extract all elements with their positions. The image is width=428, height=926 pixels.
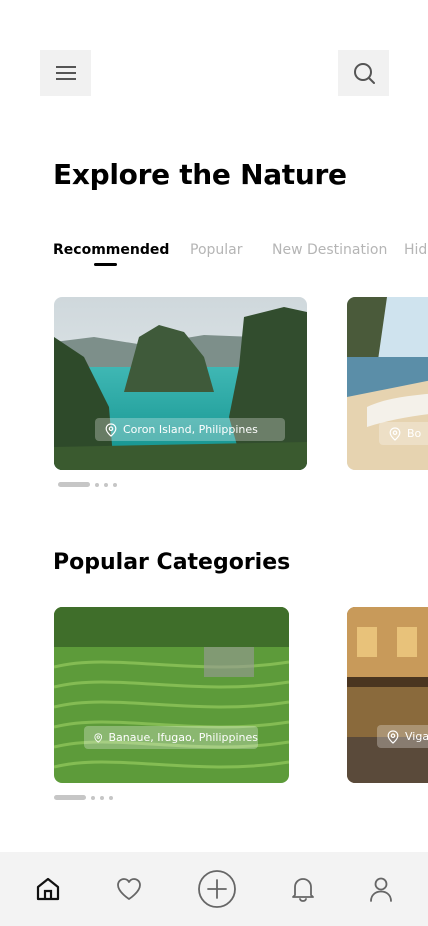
nav-profile[interactable] bbox=[351, 852, 411, 926]
user-icon bbox=[370, 877, 392, 902]
location-badge: Bo bbox=[379, 422, 428, 445]
hamburger-menu-icon bbox=[55, 66, 76, 80]
carousel-indicator bbox=[58, 482, 117, 487]
category-tabs: Recommended Popular New Destination Hidd… bbox=[53, 242, 428, 272]
location-label: Coron Island, Philippines bbox=[123, 423, 258, 436]
indicator-active bbox=[54, 795, 86, 800]
heart-icon bbox=[117, 878, 141, 900]
indicator-dot bbox=[104, 482, 108, 487]
nav-notifications[interactable] bbox=[273, 852, 333, 926]
active-tab-indicator bbox=[94, 263, 117, 266]
nav-favorites[interactable] bbox=[99, 852, 159, 926]
location-pin-icon bbox=[389, 426, 401, 441]
carousel-indicator bbox=[54, 795, 113, 800]
card-image bbox=[347, 607, 428, 783]
indicator-dot bbox=[95, 482, 99, 487]
indicator-dot bbox=[91, 795, 95, 800]
location-pin-icon bbox=[387, 729, 399, 744]
home-icon bbox=[36, 877, 60, 901]
menu-button[interactable] bbox=[40, 50, 91, 96]
tab-recommended[interactable]: Recommended bbox=[53, 242, 169, 258]
section-title: Popular Categories bbox=[53, 550, 291, 575]
search-icon bbox=[353, 63, 375, 84]
destination-card[interactable]: Coron Island, Philippines bbox=[54, 297, 307, 470]
category-card[interactable]: Banaue, Ifugao, Philippines bbox=[54, 607, 289, 783]
indicator-dot bbox=[109, 795, 113, 800]
destination-card[interactable]: Bo bbox=[347, 297, 428, 470]
bell-icon bbox=[292, 878, 314, 902]
bottom-navigation bbox=[0, 852, 428, 926]
search-button[interactable] bbox=[338, 50, 389, 96]
location-badge: Banaue, Ifugao, Philippines bbox=[84, 726, 258, 749]
location-label: Vigan bbox=[405, 730, 428, 743]
tab-new-destination[interactable]: New Destination bbox=[272, 242, 387, 258]
nav-home[interactable] bbox=[18, 852, 78, 926]
card-image bbox=[54, 297, 307, 470]
page-title: Explore the Nature bbox=[53, 158, 347, 191]
card-image bbox=[54, 607, 289, 783]
location-pin-icon bbox=[94, 732, 103, 743]
category-card[interactable]: Vigan bbox=[347, 607, 428, 783]
location-label: Banaue, Ifugao, Philippines bbox=[108, 731, 258, 744]
location-badge: Vigan bbox=[377, 725, 428, 748]
indicator-dot bbox=[100, 795, 104, 800]
nav-add[interactable] bbox=[187, 852, 247, 926]
plus-circle-icon bbox=[198, 870, 236, 908]
indicator-active bbox=[58, 482, 90, 487]
tab-popular[interactable]: Popular bbox=[190, 242, 243, 258]
indicator-dot bbox=[113, 482, 117, 487]
location-label: Bo bbox=[407, 427, 422, 440]
location-pin-icon bbox=[105, 422, 117, 437]
location-badge: Coron Island, Philippines bbox=[95, 418, 285, 441]
tab-hidden[interactable]: Hidden bbox=[404, 242, 428, 258]
